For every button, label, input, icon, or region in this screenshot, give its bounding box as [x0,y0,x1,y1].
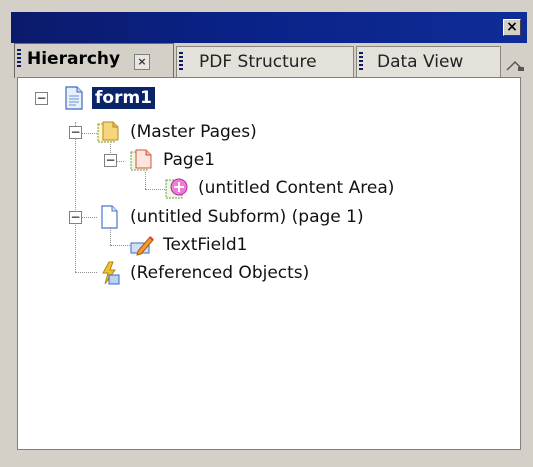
palette-title-bar[interactable]: × [11,12,527,43]
tree-item-content-area-label: (untitled Content Area) [198,178,395,198]
collapse-master-pages-toggle[interactable]: − [69,126,82,139]
close-palette-button[interactable]: × [503,19,521,36]
tab-overflow-icon[interactable] [505,58,525,74]
text-field-icon [130,236,154,256]
tree-connector [75,122,76,272]
collapse-page1-toggle[interactable]: − [104,154,117,167]
subform-icon [101,205,118,229]
tree-item-subform[interactable]: (untitled Subform) (page 1) [97,205,367,229]
palette-tab-strip: Hierarchy × PDF Structure Data View [11,43,527,78]
tab-pdf-structure-label: PDF Structure [199,52,317,72]
tree-item-referenced-objects-label: (Referenced Objects) [130,263,310,283]
tab-grip [359,52,363,72]
tree-connector [110,228,111,245]
tree-item-master-pages-label: (Master Pages) [130,122,257,142]
page-icon [130,149,152,171]
tree-item-form1[interactable]: form1 [62,86,156,110]
document-icon [65,86,83,110]
tab-grip [17,49,21,69]
content-area-icon [165,178,188,199]
tab-grip [179,52,183,72]
tree-connector [145,172,146,189]
tree-item-form1-label: form1 [92,87,156,109]
close-icon: × [506,19,518,35]
tree-item-master-pages[interactable]: (Master Pages) [97,120,260,144]
referenced-objects-icon [102,261,120,285]
master-pages-icon [97,121,119,143]
tree-item-subform-label: (untitled Subform) (page 1) [130,207,364,227]
tree-item-referenced-objects[interactable]: (Referenced Objects) [97,261,312,285]
collapse-subform-toggle[interactable]: − [69,211,82,224]
tree-item-textfield1-label: TextField1 [163,235,248,255]
collapse-form1-toggle[interactable]: − [35,92,48,105]
tab-data-view[interactable]: Data View [356,46,501,77]
tree-item-page1-label: Page1 [163,150,215,170]
hierarchy-palette-window: × Hierarchy × PDF Structure Data View − … [0,0,533,467]
tab-pdf-structure[interactable]: PDF Structure [176,46,354,77]
tree-connector [75,272,97,273]
hierarchy-tree-panel[interactable]: − − − − form1 (Master Pages) Page1 (unti… [17,77,521,450]
tab-hierarchy[interactable]: Hierarchy × [14,43,174,78]
tree-item-textfield1[interactable]: TextField1 [130,233,250,257]
close-tab-icon[interactable]: × [134,54,151,70]
tree-connector [145,189,165,190]
tree-item-content-area[interactable]: (untitled Content Area) [165,176,397,200]
tree-item-page1[interactable]: Page1 [130,148,218,172]
tab-data-view-label: Data View [377,52,464,72]
tab-hierarchy-label: Hierarchy [27,49,121,69]
tree-connector [110,245,130,246]
